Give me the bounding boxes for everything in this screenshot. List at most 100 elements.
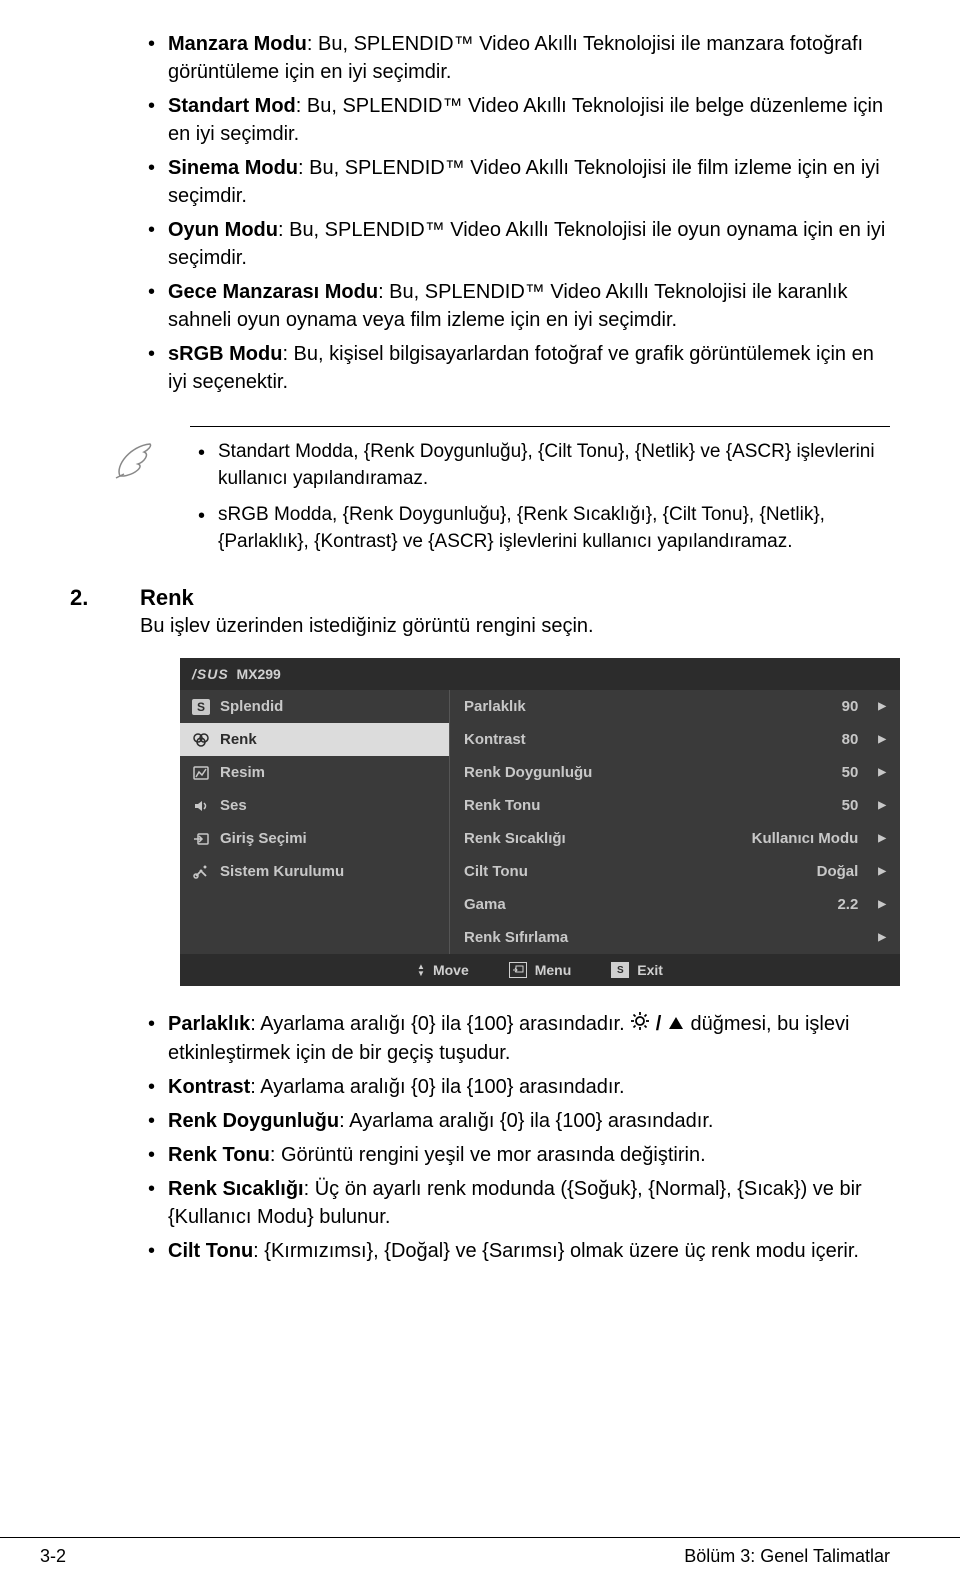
note-icon [110, 436, 160, 486]
osd-tab-label: Sistem Kurulumu [220, 863, 344, 880]
picture-icon [192, 765, 210, 781]
detail-desc: : Ayarlama aralığı {0} ila {100} arasınd… [250, 1076, 624, 1098]
osd-setting-label: Gama [464, 896, 506, 913]
chevron-right-icon: ▶ [878, 833, 886, 844]
osd-tab-renk[interactable]: Renk [180, 723, 449, 756]
osd-setting-row[interactable]: Gama 2.2 ▶ [450, 888, 900, 921]
s-icon: S [192, 699, 210, 715]
chevron-right-icon: ▶ [878, 734, 886, 745]
list-item: Parlaklık: Ayarlama aralığı {0} ila {100… [140, 1010, 890, 1067]
color-icon [192, 732, 210, 748]
detail-title: Renk Doygunluğu [168, 1110, 339, 1132]
mode-title: sRGB Modu [168, 343, 282, 365]
detail-desc: : Görüntü rengini yeşil ve mor arasında … [270, 1144, 706, 1166]
mode-title: Gece Manzarası Modu [168, 281, 378, 303]
list-item: Kontrast: Ayarlama aralığı {0} ila {100}… [140, 1073, 890, 1101]
osd-setting-value: Doğal [817, 863, 859, 880]
osd-tab-splendid[interactable]: S Splendid [180, 690, 449, 723]
input-icon [192, 831, 210, 847]
osd-setting-value: 50 [842, 764, 859, 781]
list-item: Gece Manzarası Modu: Bu, SPLENDID™ Video… [140, 278, 890, 334]
osd-footer-label: Exit [637, 962, 663, 978]
osd-tab-label: Resim [220, 764, 265, 781]
osd-setting-label: Cilt Tonu [464, 863, 528, 880]
list-item: Sinema Modu: Bu, SPLENDID™ Video Akıllı … [140, 154, 890, 210]
list-item: Oyun Modu: Bu, SPLENDID™ Video Akıllı Te… [140, 216, 890, 272]
detail-desc: : Ayarlama aralığı {0} ila {100} arasınd… [339, 1110, 713, 1132]
osd-panel: /SUS MX299 S Splendid Renk Resim [180, 658, 900, 986]
note-block: Standart Modda, {Renk Doygunluğu}, {Cilt… [150, 426, 890, 555]
osd-right-panel: Parlaklık90▶ Kontrast 80 ▶ Renk Doygunluğu… [450, 690, 900, 954]
list-item: Standart Modda, {Renk Doygunluğu}, {Cilt… [190, 439, 890, 492]
chevron-right-icon: ▶ [878, 767, 886, 778]
brightness-icon [630, 1011, 650, 1039]
note-text: sRGB Modda, {Renk Doygunluğu}, {Renk Sıc… [218, 504, 825, 552]
osd-setting-value: Kullanıcı Modu [752, 830, 859, 847]
list-item: Cilt Tonu: {Kırmızımsı}, {Doğal} ve {Sar… [140, 1237, 890, 1265]
osd-tab-ses[interactable]: Ses [180, 789, 449, 822]
list-item: Renk Sıcaklığı: Üç ön ayarlı renk modund… [140, 1175, 890, 1231]
note-text: Standart Modda, {Renk Doygunluğu}, {Cilt… [218, 441, 875, 489]
mode-title: Standart Mod [168, 95, 296, 117]
triangle-up-icon [667, 1011, 685, 1039]
osd-setting-row[interactable]: Renk Doygunluğu 50 ▶ [450, 756, 900, 789]
osd-tab-label: Renk [220, 731, 257, 748]
detail-title: Renk Tonu [168, 1144, 270, 1166]
detail-title: Cilt Tonu [168, 1240, 253, 1262]
note-list: Standart Modda, {Renk Doygunluğu}, {Cilt… [150, 439, 890, 555]
osd-setting-label: Kontrast [464, 731, 526, 748]
chevron-right-icon: ▶ [878, 899, 886, 910]
tools-icon [192, 864, 210, 880]
menu-icon [509, 962, 527, 978]
detail-list: Parlaklık: Ayarlama aralığı {0} ila {100… [140, 1010, 890, 1265]
chevron-right-icon: ▶ [878, 866, 886, 877]
divider [190, 426, 890, 427]
osd-tab-giris[interactable]: Giriş Seçimi [180, 822, 449, 855]
osd-setting-row[interactable]: Parlaklık90▶ [450, 690, 900, 723]
detail-title: Kontrast [168, 1076, 250, 1098]
osd-header: /SUS MX299 [180, 658, 900, 690]
osd-setting-label: Renk Doygunluğu [464, 764, 592, 781]
osd-setting-row[interactable]: Kontrast 80 ▶ [450, 723, 900, 756]
osd-setting-value: 80 [842, 731, 859, 748]
osd-setting-row[interactable]: Renk Sıcaklığı Kullanıcı Modu ▶ [450, 822, 900, 855]
osd-footer-menu: Menu [509, 962, 572, 978]
mode-title: Sinema Modu [168, 157, 298, 179]
detail-title: Parlaklık [168, 1013, 250, 1035]
list-item: Standart Mod: Bu, SPLENDID™ Video Akıllı… [140, 92, 890, 148]
updown-icon: ▲▼ [417, 963, 425, 977]
osd-footer-exit: S Exit [611, 962, 663, 978]
list-item: sRGB Modda, {Renk Doygunluğu}, {Renk Sıc… [190, 502, 890, 555]
osd-tab-label: Splendid [220, 698, 283, 715]
osd-footer: ▲▼ Move Menu S Exit [180, 954, 900, 986]
osd-footer-move: ▲▼ Move [417, 962, 469, 978]
page-footer: 3-2 Bölüm 3: Genel Talimatlar [0, 1537, 960, 1567]
osd-model: MX299 [236, 666, 280, 682]
section-heading: 2.Renk [70, 585, 890, 611]
osd-setting-row[interactable]: Renk Tonu50▶ [450, 789, 900, 822]
osd-tab-label: Giriş Seçimi [220, 830, 307, 847]
list-item: Renk Doygunluğu: Ayarlama aralığı {0} il… [140, 1107, 890, 1135]
chapter-title: Bölüm 3: Genel Talimatlar [684, 1546, 890, 1567]
mode-list: Manzara Modu: Bu, SPLENDID™ Video Akıllı… [140, 30, 890, 396]
osd-setting-label: Renk Sıcaklığı [464, 830, 566, 847]
osd-setting-row[interactable]: Renk Sıfırlama▶ [450, 921, 900, 954]
list-item: sRGB Modu: Bu, kişisel bilgisayarlardan … [140, 340, 890, 396]
osd-setting-row[interactable]: Cilt Tonu Doğal ▶ [450, 855, 900, 888]
chevron-right-icon: ▶ [878, 800, 886, 811]
osd-setting-value: 2.2 [837, 896, 858, 913]
list-item: Manzara Modu: Bu, SPLENDID™ Video Akıllı… [140, 30, 890, 86]
sound-icon [192, 798, 210, 814]
mode-title: Manzara Modu [168, 33, 307, 55]
osd-footer-label: Menu [535, 962, 572, 978]
osd-tab-resim[interactable]: Resim [180, 756, 449, 789]
osd-tab-sistem[interactable]: Sistem Kurulumu [180, 855, 449, 888]
s-icon: S [611, 962, 629, 978]
chevron-right-icon: ▶ [878, 701, 886, 712]
section-description: Bu işlev üzerinden istediğiniz görüntü r… [140, 615, 890, 638]
osd-setting-label: Parlaklık [464, 698, 526, 715]
osd-setting-value: 50 [842, 797, 859, 814]
mode-title: Oyun Modu [168, 219, 278, 241]
detail-desc: : Ayarlama aralığı {0} ila {100} arasınd… [250, 1013, 624, 1035]
list-item: Renk Tonu: Görüntü rengini yeşil ve mor … [140, 1141, 890, 1169]
